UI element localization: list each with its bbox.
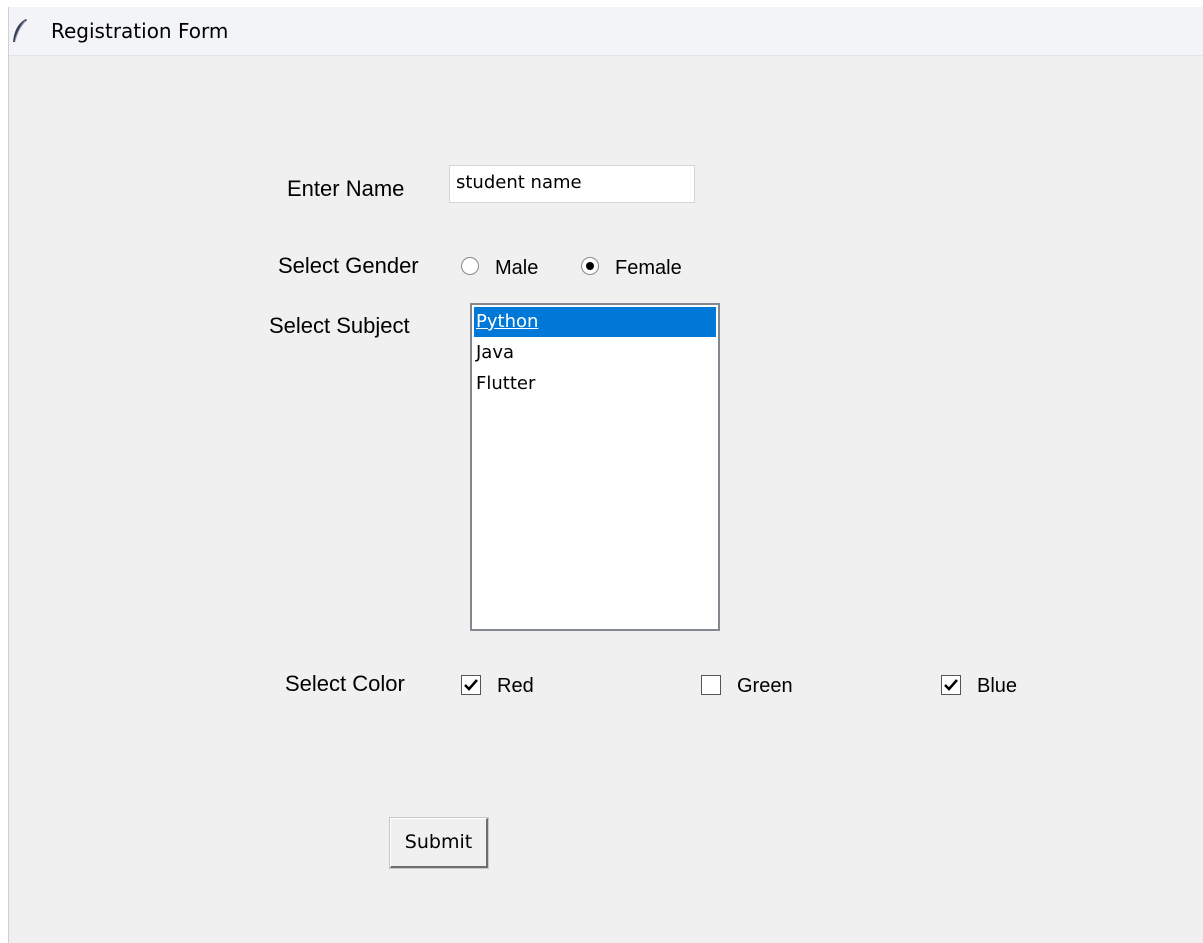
- checkbox-green[interactable]: [701, 675, 721, 695]
- gender-label: Select Gender: [278, 253, 419, 278]
- radio-female[interactable]: [581, 257, 599, 275]
- app-window: Registration Form Enter Name student nam…: [8, 7, 1203, 943]
- name-label: Enter Name: [287, 176, 405, 201]
- title-bar: Registration Form: [9, 7, 1203, 56]
- subject-listbox[interactable]: Python Java Flutter: [470, 303, 720, 631]
- checkbox-red[interactable]: [461, 675, 481, 695]
- submit-button[interactable]: Submit: [389, 817, 489, 869]
- radio-male[interactable]: [461, 257, 479, 275]
- check-icon: [944, 679, 958, 691]
- color-label: Select Color: [285, 671, 405, 696]
- radio-selected-dot: [586, 262, 594, 270]
- checkbox-blue-label[interactable]: Blue: [977, 675, 1017, 698]
- subject-label: Select Subject: [269, 313, 410, 338]
- check-icon: [464, 679, 478, 691]
- checkbox-green-label[interactable]: Green: [737, 675, 793, 698]
- list-item-flutter[interactable]: Flutter: [474, 369, 716, 399]
- checkbox-red-label[interactable]: Red: [497, 675, 534, 698]
- list-item-python[interactable]: Python: [474, 307, 716, 337]
- feather-icon: [11, 18, 29, 44]
- name-input[interactable]: student name: [449, 165, 695, 203]
- radio-male-label[interactable]: Male: [495, 257, 538, 280]
- radio-female-label[interactable]: Female: [615, 257, 682, 280]
- window-title: Registration Form: [51, 19, 229, 43]
- list-item-java[interactable]: Java: [474, 338, 716, 368]
- checkbox-blue[interactable]: [941, 675, 961, 695]
